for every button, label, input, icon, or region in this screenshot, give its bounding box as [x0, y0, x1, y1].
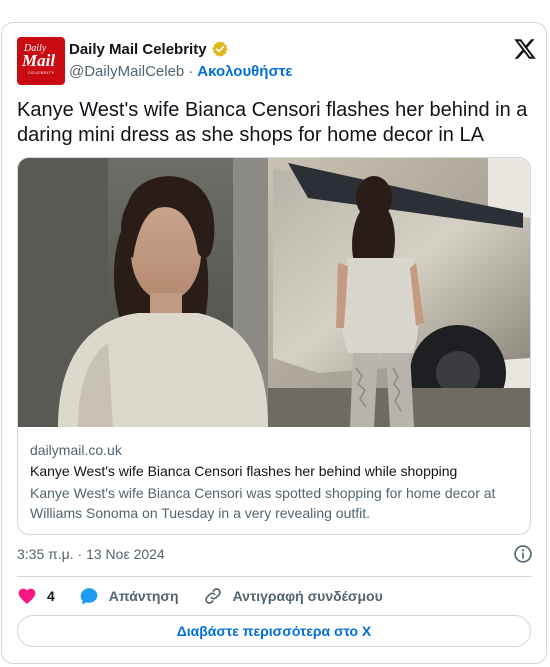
logo-line-3: CELEBRITY: [28, 70, 55, 75]
divider: [17, 576, 532, 577]
link-title: Kanye West's wife Bianca Censori flashes…: [30, 463, 458, 479]
speech-bubble-icon: [80, 588, 98, 605]
link-card-image: [18, 158, 530, 427]
link-card[interactable]: dailymail.co.uk Kanye West's wife Bianca…: [17, 157, 531, 535]
separator-dot: ·: [188, 62, 194, 80]
link-card-info: dailymail.co.uk Kanye West's wife Bianca…: [30, 441, 518, 523]
copy-link-button[interactable]: Αντιγραφή συνδέσμου: [203, 586, 383, 606]
read-more-button[interactable]: Διαβάστε περισσότερα στο X: [17, 615, 531, 647]
x-logo-icon[interactable]: [513, 37, 537, 61]
logo-line-2: Mail: [22, 51, 56, 70]
author-handle[interactable]: @DailyMailCeleb: [69, 63, 184, 80]
verified-badge-icon: [211, 41, 228, 57]
tweet-card[interactable]: Daily Mail CELEBRITY Daily Mail Celebrit…: [1, 22, 547, 664]
info-icon[interactable]: [513, 544, 533, 564]
action-bar: 4 Απάντηση Αντιγραφή συνδέσμου: [17, 585, 532, 607]
author-name[interactable]: Daily Mail Celebrity: [69, 41, 207, 58]
timestamp-row: 3:35 π.μ. · 13 Νοε 2024: [17, 544, 537, 564]
link-description: Kanye West's wife Bianca Censori was spo…: [30, 485, 496, 521]
reply-button[interactable]: Απάντηση: [79, 586, 179, 606]
author-avatar[interactable]: Daily Mail CELEBRITY: [17, 37, 65, 85]
reply-label: Απάντηση: [108, 588, 179, 604]
like-button[interactable]: 4: [17, 586, 55, 606]
tweet-text: Kanye West's wife Bianca Censori flashes…: [17, 99, 528, 146]
author-handle-row: @DailyMailCeleb · Ακολουθήστε: [69, 61, 293, 81]
tweet-timestamp[interactable]: 3:35 π.μ. · 13 Νοε 2024: [17, 546, 165, 562]
heart-icon: [18, 588, 36, 604]
link-icon: [204, 588, 221, 604]
article-photo: [18, 158, 530, 427]
link-domain: dailymail.co.uk: [30, 442, 122, 458]
like-count: 4: [47, 588, 55, 604]
author-name-row: Daily Mail Celebrity: [69, 39, 229, 59]
tweet-header: Daily Mail CELEBRITY Daily Mail Celebrit…: [17, 37, 537, 87]
copy-link-label: Αντιγραφή συνδέσμου: [232, 588, 383, 604]
follow-button[interactable]: Ακολουθήστε: [197, 63, 292, 80]
